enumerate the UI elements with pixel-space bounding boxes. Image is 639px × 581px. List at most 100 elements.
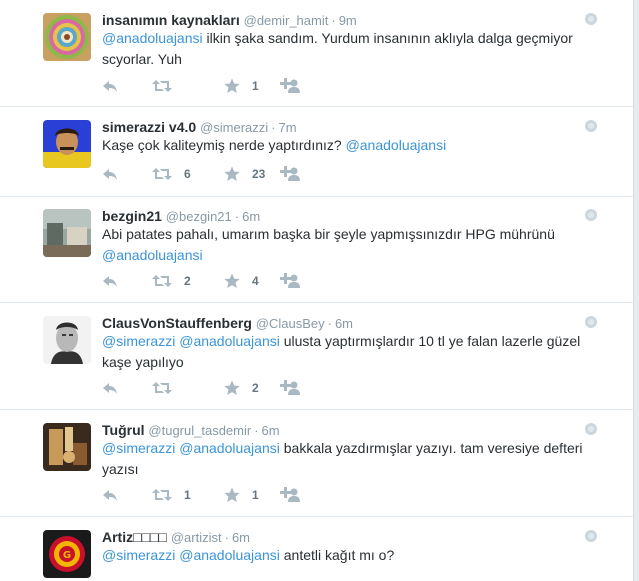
tweet[interactable]: simerazzi v4.0 @simerazzi · 7m Kaşe çok ka…: [0, 107, 633, 197]
reply-button[interactable]: [102, 485, 118, 505]
mention-link[interactable]: @anadoluajansi: [102, 30, 203, 46]
display-name[interactable]: Artiz□□□□: [102, 529, 167, 545]
tweet[interactable]: bezgin21 @bezgin21 · 6m Abi patates pahalı…: [0, 197, 633, 303]
mention-link[interactable]: @anadoluajansi: [179, 333, 280, 349]
more-options-icon[interactable]: [585, 316, 597, 328]
favorite-button[interactable]: 1: [224, 485, 259, 505]
retweet-icon: [152, 382, 172, 394]
favorite-button[interactable]: 23: [224, 164, 265, 184]
more-options-icon[interactable]: [585, 530, 597, 542]
retweet-button[interactable]: 6: [152, 164, 191, 184]
favorite-count: 2: [252, 381, 259, 395]
follow-icon: [280, 166, 300, 181]
more-options-icon[interactable]: [585, 120, 597, 132]
follow-button[interactable]: [280, 378, 300, 398]
star-icon: [224, 166, 240, 181]
text-segment: Kaşe çok kaliteymiş nerde yaptırdınız?: [102, 137, 346, 153]
favorite-button[interactable]: 2: [224, 378, 259, 398]
tweet-text: @simerazzi @anadoluajansi bakkala yazdır…: [102, 438, 602, 480]
avatar[interactable]: G: [43, 530, 91, 578]
avatar[interactable]: [43, 316, 91, 364]
tweet-text-line: scyorlar. Yuh: [102, 49, 602, 70]
reply-icon: [103, 81, 117, 92]
more-options-icon[interactable]: [585, 13, 597, 25]
star-icon: [224, 273, 240, 288]
mention-link[interactable]: @simerazzi: [102, 333, 175, 349]
tweet-text-line: @simerazzi @anadoluajansi bakkala yazdır…: [102, 438, 602, 459]
follow-icon: [280, 380, 300, 395]
display-name[interactable]: ClausVonStauffenberg: [102, 315, 252, 331]
username[interactable]: @artizist: [171, 530, 222, 545]
mention-link[interactable]: @anadoluajansi: [102, 247, 203, 263]
tweet-text: Kaşe çok kaliteymiş nerde yaptırdınız? @…: [102, 135, 602, 156]
star-icon: [224, 78, 240, 93]
tweet-text-line: @anadoluajansi ilkin şaka sandım. Yurdum…: [102, 28, 602, 49]
separator-dot: ·: [254, 423, 259, 438]
mention-link[interactable]: @anadoluajansi: [179, 547, 280, 563]
mention-link[interactable]: @anadoluajansi: [346, 137, 447, 153]
text-segment: ilkin şaka sandım. Yurdum insanının aklı…: [202, 30, 573, 46]
username[interactable]: @bezgin21: [166, 209, 232, 224]
text-segment: yazısı: [102, 461, 139, 477]
mention-link[interactable]: @simerazzi: [102, 440, 175, 456]
follow-button[interactable]: [280, 164, 300, 184]
display-name[interactable]: Tuğrul: [102, 422, 145, 438]
timestamp[interactable]: 6m: [232, 530, 250, 545]
text-segment: ulusta yaptırmışlardır 10 tl ye falan la…: [279, 333, 581, 349]
timestamp[interactable]: 7m: [279, 120, 297, 135]
username[interactable]: @simerazzi: [200, 120, 268, 135]
follow-button[interactable]: [280, 485, 300, 505]
retweet-count: 2: [184, 274, 191, 288]
timestamp[interactable]: 9m: [339, 13, 357, 28]
retweet-button[interactable]: 1: [152, 485, 191, 505]
favorite-button[interactable]: 4: [224, 271, 259, 291]
display-name[interactable]: bezgin21: [102, 208, 162, 224]
tweet[interactable]: Tuğrul @tugrul_tasdemir · 6m @simerazzi @a…: [0, 410, 633, 517]
username[interactable]: @demir_hamit: [244, 13, 329, 28]
reply-button[interactable]: [102, 164, 118, 184]
tweet[interactable]: ClausVonStauffenberg @ClausBey · 6m @simer…: [0, 303, 633, 410]
separator-dot: ·: [224, 530, 229, 545]
username[interactable]: @tugrul_tasdemir: [148, 423, 251, 438]
more-options-icon[interactable]: [585, 423, 597, 435]
follow-button[interactable]: [280, 76, 300, 96]
follow-icon: [280, 273, 300, 288]
more-options-icon[interactable]: [585, 209, 597, 221]
reply-button[interactable]: [102, 378, 118, 398]
text-segment: kaşe yapılıyo: [102, 354, 184, 370]
timestamp[interactable]: 6m: [242, 209, 260, 224]
avatar[interactable]: [43, 13, 91, 61]
timestamp[interactable]: 6m: [262, 423, 280, 438]
mention-link[interactable]: @anadoluajansi: [179, 440, 280, 456]
favorite-count: 1: [252, 79, 259, 93]
tweet[interactable]: G Artiz□□□□ @artizist · 6m @simerazzi @ana…: [0, 517, 633, 581]
avatar[interactable]: [43, 209, 91, 257]
display-name[interactable]: simerazzi v4.0: [102, 119, 196, 135]
timestamp[interactable]: 6m: [335, 316, 353, 331]
tweet-text-line: @simerazzi @anadoluajansi antetli kağıt …: [102, 545, 602, 566]
reply-button[interactable]: [102, 76, 118, 96]
avatar[interactable]: [43, 120, 91, 168]
retweet-icon: [152, 275, 172, 287]
follow-button[interactable]: [280, 271, 300, 291]
tweet-text-line: @simerazzi @anadoluajansi ulusta yaptırm…: [102, 331, 602, 352]
favorite-button[interactable]: 1: [224, 76, 259, 96]
retweet-icon: [152, 168, 172, 180]
tweet-text: @simerazzi @anadoluajansi antetli kağıt …: [102, 545, 602, 566]
mention-link[interactable]: @simerazzi: [102, 547, 175, 563]
retweet-button[interactable]: 2: [152, 271, 191, 291]
tweet-text: Abi patates pahalı, umarım başka bir şey…: [102, 224, 602, 266]
scrollbar[interactable]: [633, 0, 639, 581]
avatar[interactable]: [43, 423, 91, 471]
retweet-button[interactable]: [152, 76, 184, 96]
favorite-count: 4: [252, 274, 259, 288]
retweet-button[interactable]: [152, 378, 184, 398]
reply-button[interactable]: [102, 271, 118, 291]
tweet-text-line: @anadoluajansi: [102, 245, 602, 266]
separator-dot: ·: [271, 120, 276, 135]
tweet[interactable]: insanımın kaynakları @demir_hamit · 9m @an…: [0, 0, 633, 107]
reply-icon: [103, 490, 117, 501]
tweet-text: @simerazzi @anadoluajansi ulusta yaptırm…: [102, 331, 602, 373]
display-name[interactable]: insanımın kaynakları: [102, 12, 240, 28]
username[interactable]: @ClausBey: [256, 316, 325, 331]
